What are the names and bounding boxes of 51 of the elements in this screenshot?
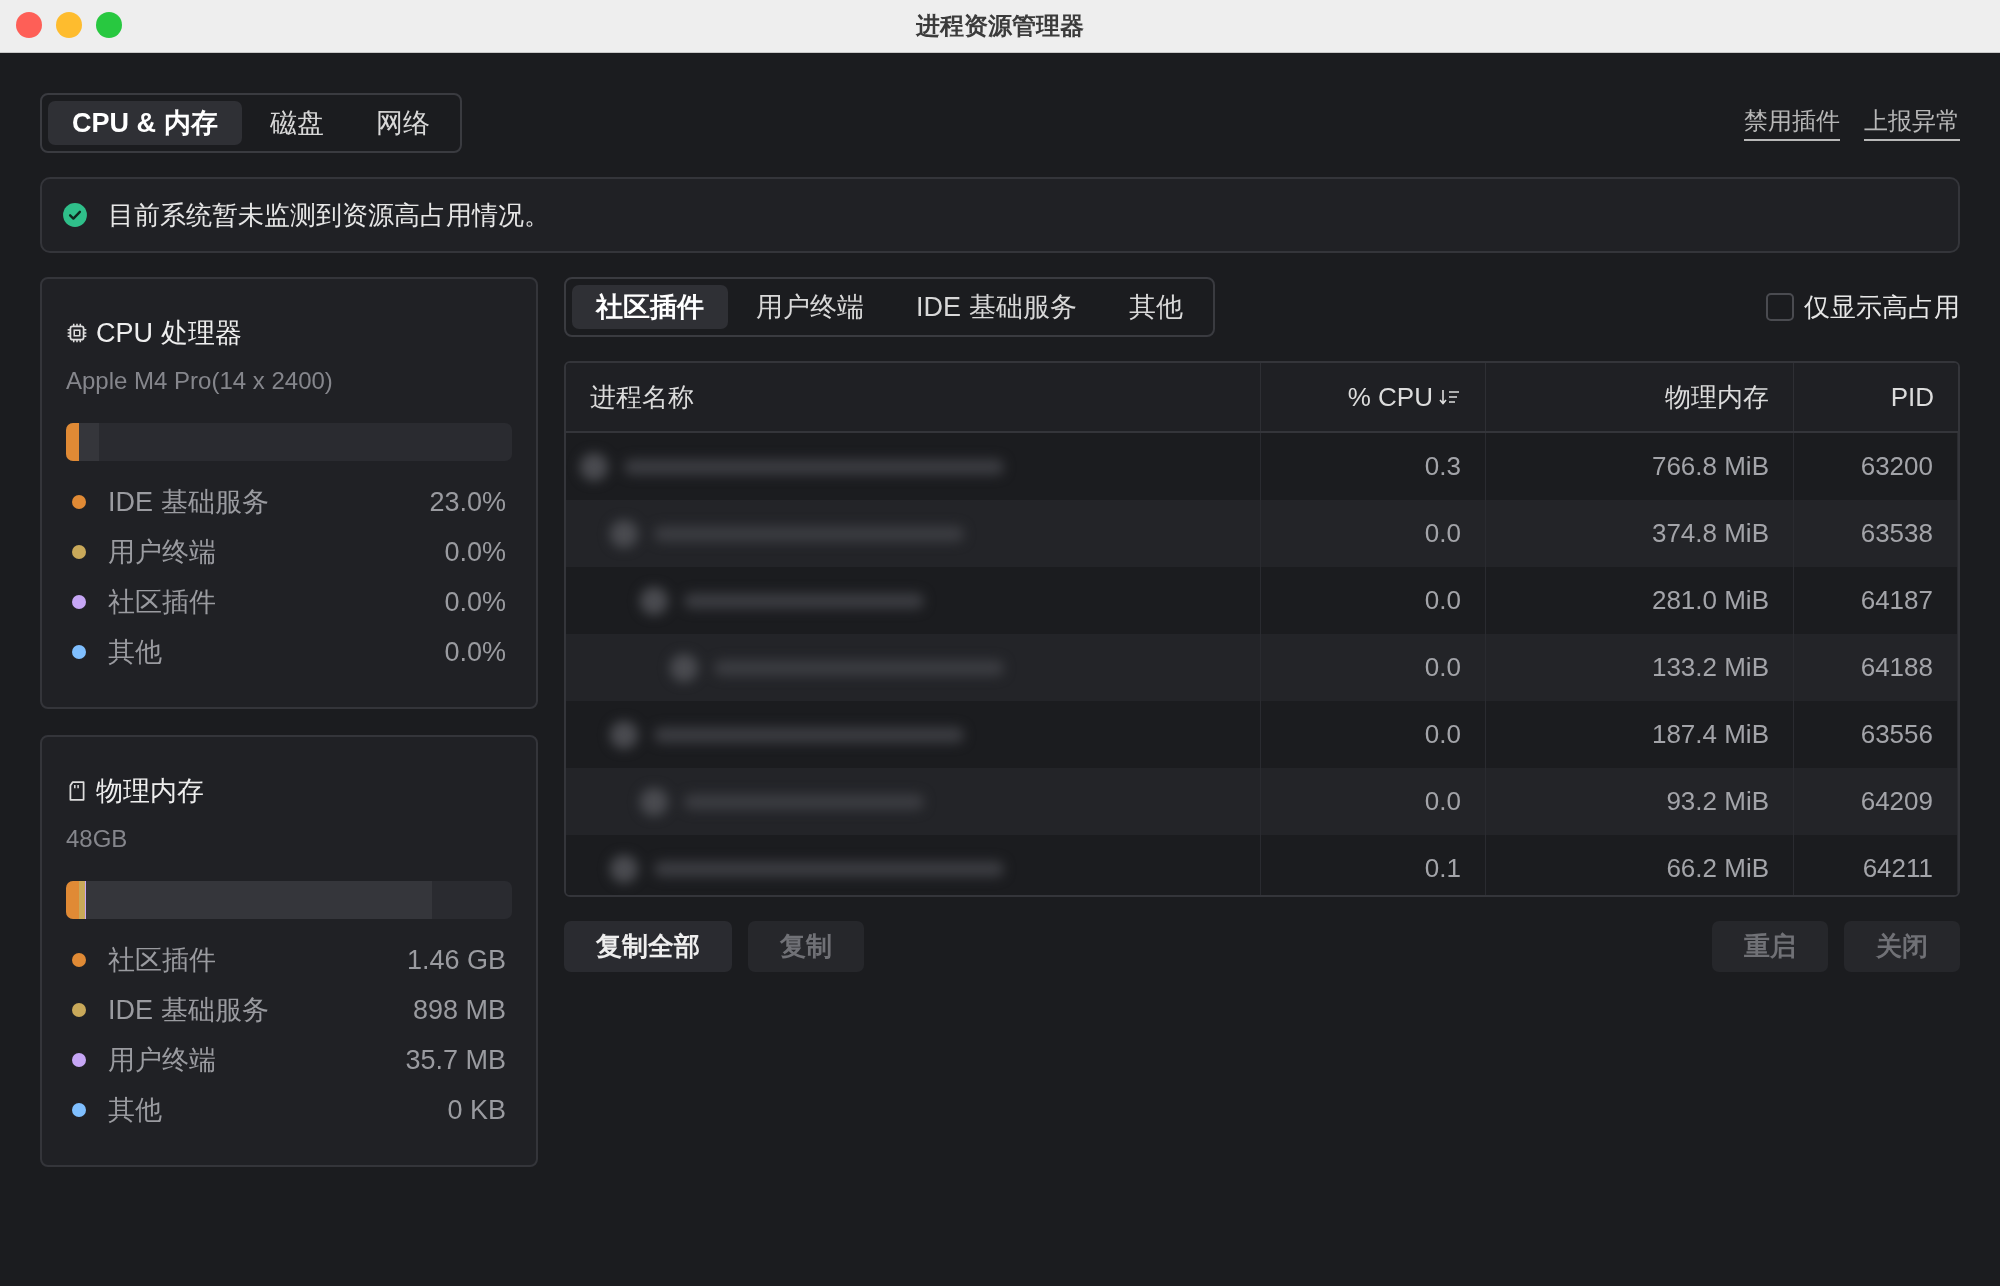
legend-value: 0.0% [444, 636, 506, 668]
legend-label: 社区插件 [108, 586, 217, 619]
checkbox[interactable] [1766, 293, 1794, 321]
tab[interactable]: IDE 基础服务 [892, 285, 1101, 329]
minimize-button[interactable] [56, 12, 82, 38]
header-link[interactable]: 上报异常 [1864, 105, 1960, 141]
header-link[interactable]: 禁用插件 [1744, 105, 1840, 141]
legend-label: 用户终端 [108, 1044, 217, 1077]
card-title: 物理内存 [96, 775, 204, 808]
check-icon [62, 202, 88, 228]
legend-value: 23.0% [429, 486, 506, 518]
close-button[interactable] [16, 12, 42, 38]
card-subtitle: Apple M4 Pro(14 x 2400) [66, 367, 334, 395]
legend-label: IDE 基础服务 [108, 994, 270, 1027]
tab[interactable]: 磁盘 [245, 101, 348, 145]
table-row[interactable]: 0.1 66.2 MiB 64211 [566, 835, 1958, 895]
column-header[interactable]: % CPU [1261, 363, 1486, 431]
legend-value: 0 KB [447, 1094, 506, 1126]
legend-label: 其他 [108, 636, 163, 669]
tab[interactable]: 用户终端 [732, 285, 888, 329]
legend-label: IDE 基础服务 [108, 486, 270, 519]
table-cell: 64211 [1794, 835, 1958, 895]
zoom-button[interactable] [96, 12, 122, 38]
window-title: 进程资源管理器 [916, 11, 1084, 41]
checkbox-label: 仅显示高占用 [1804, 290, 1960, 324]
action-button[interactable]: 复制全部 [564, 921, 732, 972]
legend-label: 社区插件 [108, 944, 217, 977]
tab[interactable]: CPU & 内存 [48, 101, 242, 145]
table-row[interactable]: 0.0 374.8 MiB 63538 [566, 500, 1958, 567]
status-message: 目前系统暂未监测到资源高占用情况。 [108, 198, 550, 232]
table-cell: 0.1 [1261, 835, 1486, 895]
legend-value: 0.0% [444, 536, 506, 568]
legend-value: 1.46 GB [406, 944, 506, 976]
column-header[interactable]: PID [1794, 363, 1958, 431]
legend-value: 35.7 MB [405, 1044, 506, 1076]
legend-value: 898 MB [412, 994, 506, 1026]
table-cell: 66.2 MiB [1486, 835, 1794, 895]
table-row[interactable]: 0.0 93.2 MiB 64209 [566, 768, 1958, 835]
tab[interactable]: 网络 [351, 101, 454, 145]
table-row[interactable]: 0.0 133.2 MiB 64188 [566, 634, 1958, 701]
card-title: CPU 处理器 [96, 317, 242, 350]
sort-descending-icon [1439, 387, 1461, 407]
tab[interactable]: 其他 [1104, 285, 1207, 329]
legend-label: 用户终端 [108, 536, 217, 569]
legend-value: 0.0% [444, 586, 506, 618]
chip-icon [66, 322, 88, 344]
tab[interactable]: 社区插件 [572, 285, 728, 329]
card-subtitle: 48GB [66, 825, 129, 853]
column-header[interactable]: 进程名称 [566, 363, 1261, 431]
column-header[interactable]: 物理内存 [1486, 363, 1794, 431]
legend-label: 其他 [108, 1094, 163, 1127]
